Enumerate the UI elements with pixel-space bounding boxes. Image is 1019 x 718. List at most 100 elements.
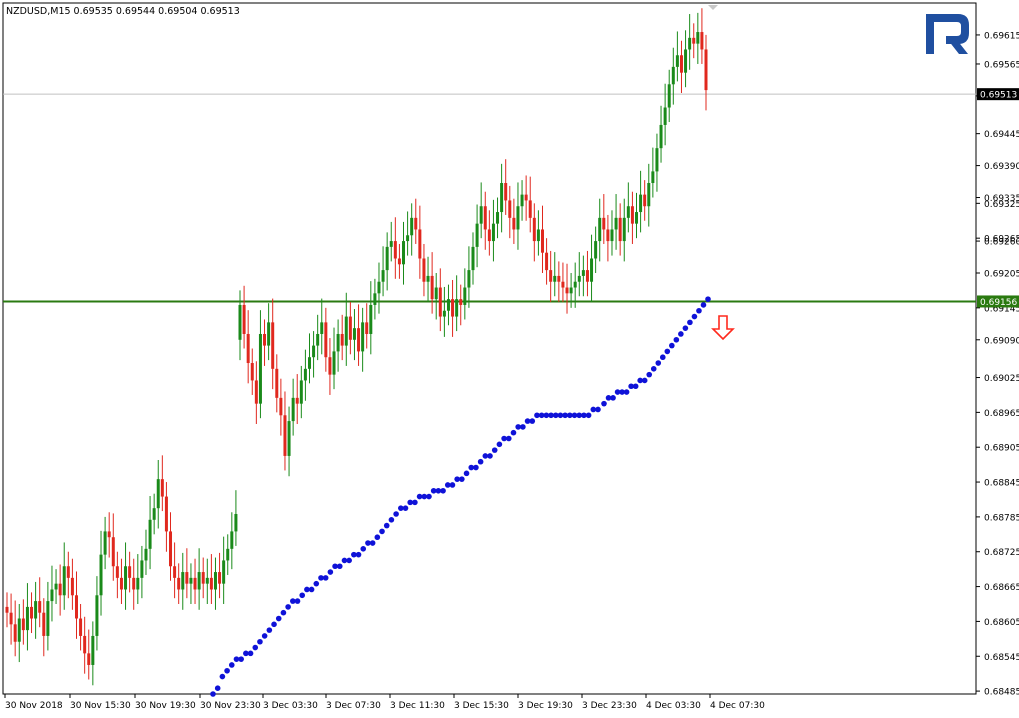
plot-area	[2, 2, 977, 695]
candle-bull	[140, 560, 144, 578]
candle-bull	[569, 287, 573, 294]
candle-bear	[487, 229, 491, 242]
candle-bear	[414, 217, 418, 230]
candle-bear	[9, 612, 13, 625]
candle-bull	[536, 229, 540, 242]
candle-bull	[491, 223, 495, 242]
candle-bull	[50, 589, 54, 602]
indicator-dot	[374, 534, 381, 541]
y-tick-label: 0.69260	[984, 238, 1019, 248]
candle-bull	[684, 49, 688, 73]
candle-bull	[226, 548, 230, 561]
y-tick-label: 0.68965	[984, 409, 1019, 419]
candle-bear	[393, 241, 397, 259]
indicator-dot	[491, 447, 498, 453]
candle-bull	[332, 351, 336, 375]
indicator-dot	[682, 325, 689, 331]
candle-bear	[528, 200, 532, 218]
y-tick-label: 0.68485	[984, 688, 1019, 698]
candle-bear	[246, 333, 250, 364]
candle-bear	[545, 252, 549, 271]
candle-bear	[275, 368, 279, 398]
candle-bull	[303, 368, 307, 381]
candle-bull	[402, 241, 406, 265]
candle-bear	[700, 32, 704, 50]
x-tick-label: 3 Dec 23:30	[582, 701, 637, 711]
indicator-dot	[477, 458, 484, 465]
candle-bear	[328, 357, 332, 375]
indicator-dot	[360, 546, 367, 552]
candle-bull	[639, 194, 643, 213]
indicator-dot	[346, 557, 352, 564]
candle-bear	[271, 322, 275, 369]
candle-bear	[565, 287, 569, 294]
candle-bull	[675, 55, 679, 67]
candle-bull	[287, 421, 291, 456]
indicator-dot	[275, 615, 282, 622]
candle-bear	[242, 304, 246, 334]
candle-bear	[549, 270, 553, 282]
candle-bear	[324, 322, 328, 358]
candle-bull	[426, 275, 430, 282]
candle-bear	[606, 229, 610, 242]
indicator-dot	[379, 528, 385, 535]
candle-bear	[119, 577, 123, 590]
candle-bull	[152, 508, 156, 520]
indicator-dot	[440, 487, 446, 494]
candle-bull	[622, 217, 626, 242]
indicator-dot	[496, 441, 503, 448]
candle-bull	[385, 246, 389, 271]
candle-bear	[365, 322, 369, 334]
candle-bull	[230, 531, 234, 549]
candle-bear	[508, 200, 512, 218]
level-price-label: 0.69156	[980, 298, 1017, 308]
indicator-dot	[393, 511, 399, 517]
x-tick-label: 4 Dec 07:30	[710, 701, 765, 711]
candle-bull	[651, 171, 655, 184]
candle-bull	[434, 287, 438, 300]
candle-bull	[17, 618, 21, 642]
candle-bear	[618, 217, 622, 242]
candle-bull	[467, 270, 471, 288]
candle-bear	[21, 618, 25, 631]
candle-bear	[561, 281, 565, 288]
candle-bear	[74, 595, 78, 619]
indicator-dot	[355, 551, 362, 558]
indicator-dot	[285, 604, 291, 610]
indicator-dot	[247, 650, 254, 657]
candle-bull	[463, 287, 467, 305]
indicator-dot	[426, 493, 432, 500]
indicator-dot	[585, 412, 592, 419]
indicator-dot	[641, 377, 648, 384]
indicator-dot	[659, 354, 666, 361]
candle-bull	[577, 275, 581, 282]
candle-bear	[283, 415, 287, 456]
chart-root: NZDUSD,M15 0.69535 0.69544 0.69504 0.695…	[0, 0, 1019, 714]
price-axis: 0.696150.695650.695100.694450.693900.693…	[976, 31, 1019, 698]
candle-bull	[590, 258, 594, 282]
candle-bear	[704, 49, 708, 91]
candlestick-chart[interactable]: 0.696150.695650.695100.694450.693900.693…	[0, 0, 1019, 714]
candle-bear	[692, 37, 696, 44]
candle-bear	[438, 287, 442, 317]
candle-bull	[136, 577, 140, 590]
indicator-dot	[224, 667, 230, 674]
candle-bull	[663, 107, 667, 125]
y-tick-label: 0.68665	[984, 583, 1019, 593]
indicator-dot	[646, 371, 653, 378]
candle-bear	[128, 566, 132, 578]
candle-bear	[201, 572, 205, 584]
candle-bull	[496, 212, 500, 224]
x-tick-label: 3 Dec 15:30	[454, 701, 509, 711]
y-tick-label: 0.68545	[984, 653, 1019, 663]
candle-bear	[630, 206, 634, 224]
indicator-dot	[691, 313, 698, 320]
candle-bear	[13, 624, 17, 642]
y-tick-label: 0.68845	[984, 479, 1019, 489]
indicator-dot	[261, 633, 268, 639]
candle-bull	[614, 217, 618, 230]
indicator-dot	[402, 505, 409, 511]
candle-bull	[406, 235, 410, 242]
candle-bull	[635, 212, 639, 224]
candle-bull	[103, 531, 107, 555]
